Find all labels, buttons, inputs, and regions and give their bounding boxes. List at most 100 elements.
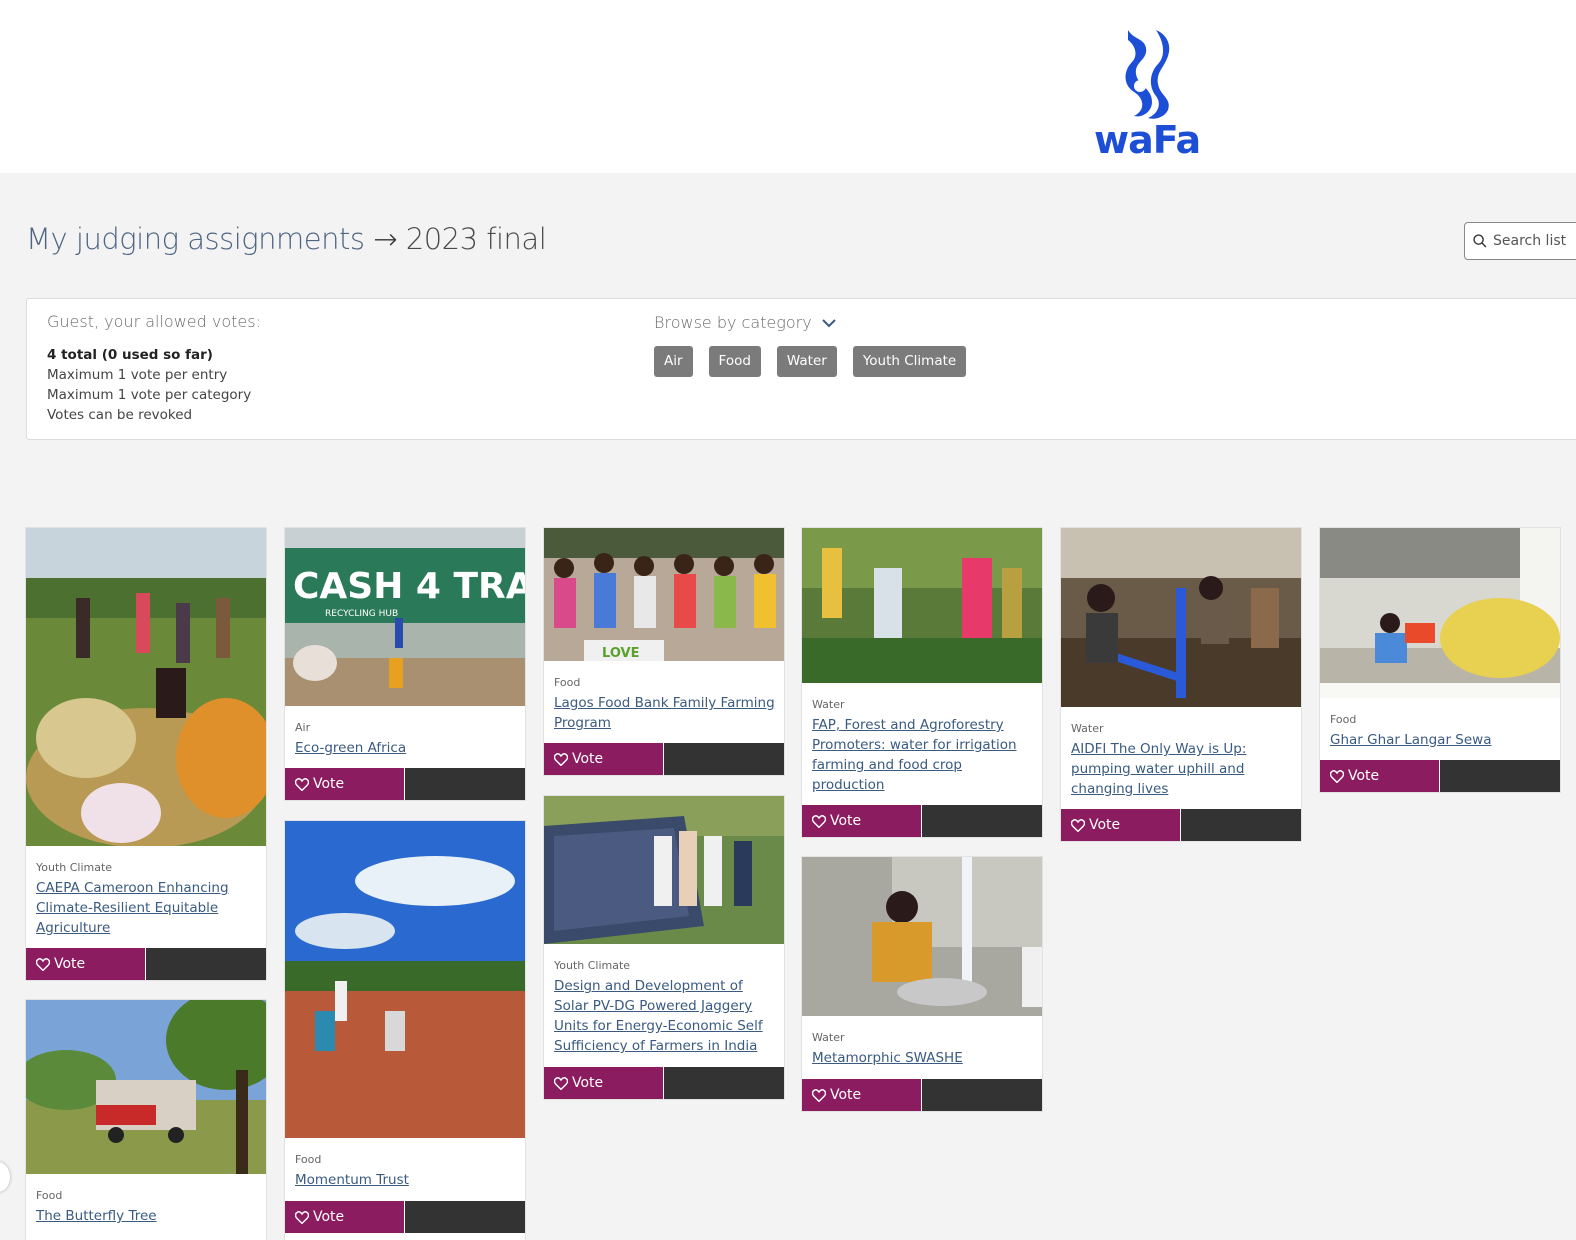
entry-image[interactable] [26,1000,266,1174]
vote-label: Vote [1348,768,1380,784]
entry-actions: Vote [544,743,784,775]
entry-title-link[interactable]: FAP, Forest and Agroforestry Promoters: … [812,715,1036,795]
entry-actions: Vote [802,1079,1042,1111]
entry-title-link[interactable]: The Butterfly Tree [36,1206,260,1226]
heart-icon [812,1088,826,1102]
love-sign: LOVE [602,646,639,661]
title-round: 2023 final [405,222,547,256]
vote-label: Vote [572,1075,604,1091]
entry-title-link[interactable]: AIDFI The Only Way is Up: pumping water … [1071,739,1295,799]
entry-actions: Vote [285,768,525,800]
heart-icon [1071,818,1085,832]
entry-secondary-button[interactable] [146,948,266,980]
votes-rule: Votes can be revoked [47,407,193,423]
entry-secondary-button[interactable] [664,743,784,775]
entry-title-link[interactable]: Momentum Trust [295,1170,519,1190]
entry-image[interactable] [802,857,1042,1016]
title-arrow: → [373,222,398,256]
entry-image[interactable] [1320,528,1560,698]
category-button-youth-climate[interactable]: Youth Climate [852,346,967,377]
vote-button[interactable]: Vote [544,1067,664,1099]
entry-secondary-button[interactable] [1181,809,1301,841]
entry-title-link[interactable]: Lagos Food Bank Family Farming Program [554,693,778,733]
entry-card: Water AIDFI The Only Way is Up: pumping … [1061,528,1301,841]
vote-label: Vote [830,813,862,829]
vote-label: Vote [830,1087,862,1103]
entry-category: Water [812,1031,845,1044]
vote-label: Vote [54,956,86,972]
search-box[interactable] [1464,222,1576,260]
entry-title-link[interactable]: Design and Development of Solar PV-DG Po… [554,976,778,1056]
title-main: My judging assignments [26,222,365,256]
entry-category: Food [36,1189,63,1202]
heart-icon [36,957,50,971]
entry-category: Water [1071,722,1104,735]
category-filter-group: Air Food Water Youth Climate [654,346,967,377]
heart-icon [554,752,568,766]
entry-image[interactable] [26,528,266,846]
category-button-food[interactable]: Food [708,346,761,377]
entry-secondary-button[interactable] [922,805,1042,837]
side-drawer-handle[interactable] [0,1162,10,1192]
entry-secondary-button[interactable] [405,768,525,800]
entry-image[interactable] [802,528,1042,683]
entry-image[interactable]: LOVE [544,528,784,661]
vote-label: Vote [572,751,604,767]
heart-icon [554,1076,568,1090]
entry-image[interactable]: CASH 4 TRASH RECYCLING HUB [285,528,525,706]
entry-card: CASH 4 TRASH RECYCLING HUB Air Eco-green… [285,528,525,800]
vote-label: Vote [313,776,345,792]
entry-category: Youth Climate [36,861,113,874]
vote-button[interactable]: Vote [1061,809,1181,841]
entry-title-link[interactable]: Ghar Ghar Langar Sewa [1330,730,1554,750]
entry-card: Food Ghar Ghar Langar Sewa Vote [1320,528,1560,792]
vote-button[interactable]: Vote [1320,760,1440,792]
entry-category: Food [1330,713,1357,726]
entry-actions: Vote [26,948,266,980]
entry-actions: Vote [802,805,1042,837]
entry-secondary-button[interactable] [405,1201,525,1233]
vote-label: Vote [313,1209,345,1225]
vote-button[interactable]: Vote [285,768,405,800]
search-input[interactable] [1493,233,1576,249]
entry-image[interactable] [1061,528,1301,707]
entry-title-link[interactable]: Eco-green Africa [295,738,519,758]
entry-image[interactable] [285,821,525,1138]
wafa-logo[interactable]: waFa [1094,26,1201,162]
votes-total: 4 total (0 used so far) [47,347,213,363]
entry-card: Water Metamorphic SWASHE Vote [802,857,1042,1111]
search-icon [1473,234,1487,248]
entry-card: Youth Climate CAEPA Cameroon Enhancing C… [26,528,266,980]
top-bar: waFa [0,0,1576,173]
votes-rules: 4 total (0 used so far) Maximum 1 vote p… [47,345,251,425]
entry-card: Youth Climate Design and Development of … [544,796,784,1099]
votes-panel: Guest, your allowed votes: 4 total (0 us… [26,298,1576,440]
heart-icon [295,1210,309,1224]
chevron-down-icon [822,318,836,327]
entry-title-link[interactable]: Metamorphic SWASHE [812,1048,1036,1068]
entry-category: Youth Climate [554,959,631,972]
category-button-air[interactable]: Air [654,346,693,377]
vote-button[interactable]: Vote [544,743,664,775]
entry-image[interactable] [544,796,784,944]
logo-mark-icon [1125,30,1170,119]
vote-button[interactable]: Vote [26,948,146,980]
vote-button[interactable]: Vote [802,805,922,837]
entry-actions: Vote [285,1201,525,1233]
entry-title-link[interactable]: CAEPA Cameroon Enhancing Climate-Resilie… [36,878,260,938]
entry-secondary-button[interactable] [664,1067,784,1099]
entry-card: Food The Butterfly Tree [26,1000,266,1240]
entry-secondary-button[interactable] [922,1079,1042,1111]
category-button-water[interactable]: Water [776,346,837,377]
heart-icon [1330,769,1344,783]
vote-button[interactable]: Vote [802,1079,922,1111]
page-title: My judging assignments → 2023 final [26,222,547,256]
logo-wordmark: waFa [1094,118,1201,162]
entry-card: LOVE Food Lagos Food Bank Family Farming… [544,528,784,775]
browse-label: Browse by category [654,313,812,332]
entry-secondary-button[interactable] [1440,760,1560,792]
entry-category: Food [295,1153,322,1166]
browse-by-category-toggle[interactable]: Browse by category [654,313,836,332]
vote-button[interactable]: Vote [285,1201,405,1233]
entry-card: Food Momentum Trust Vote [285,821,525,1240]
